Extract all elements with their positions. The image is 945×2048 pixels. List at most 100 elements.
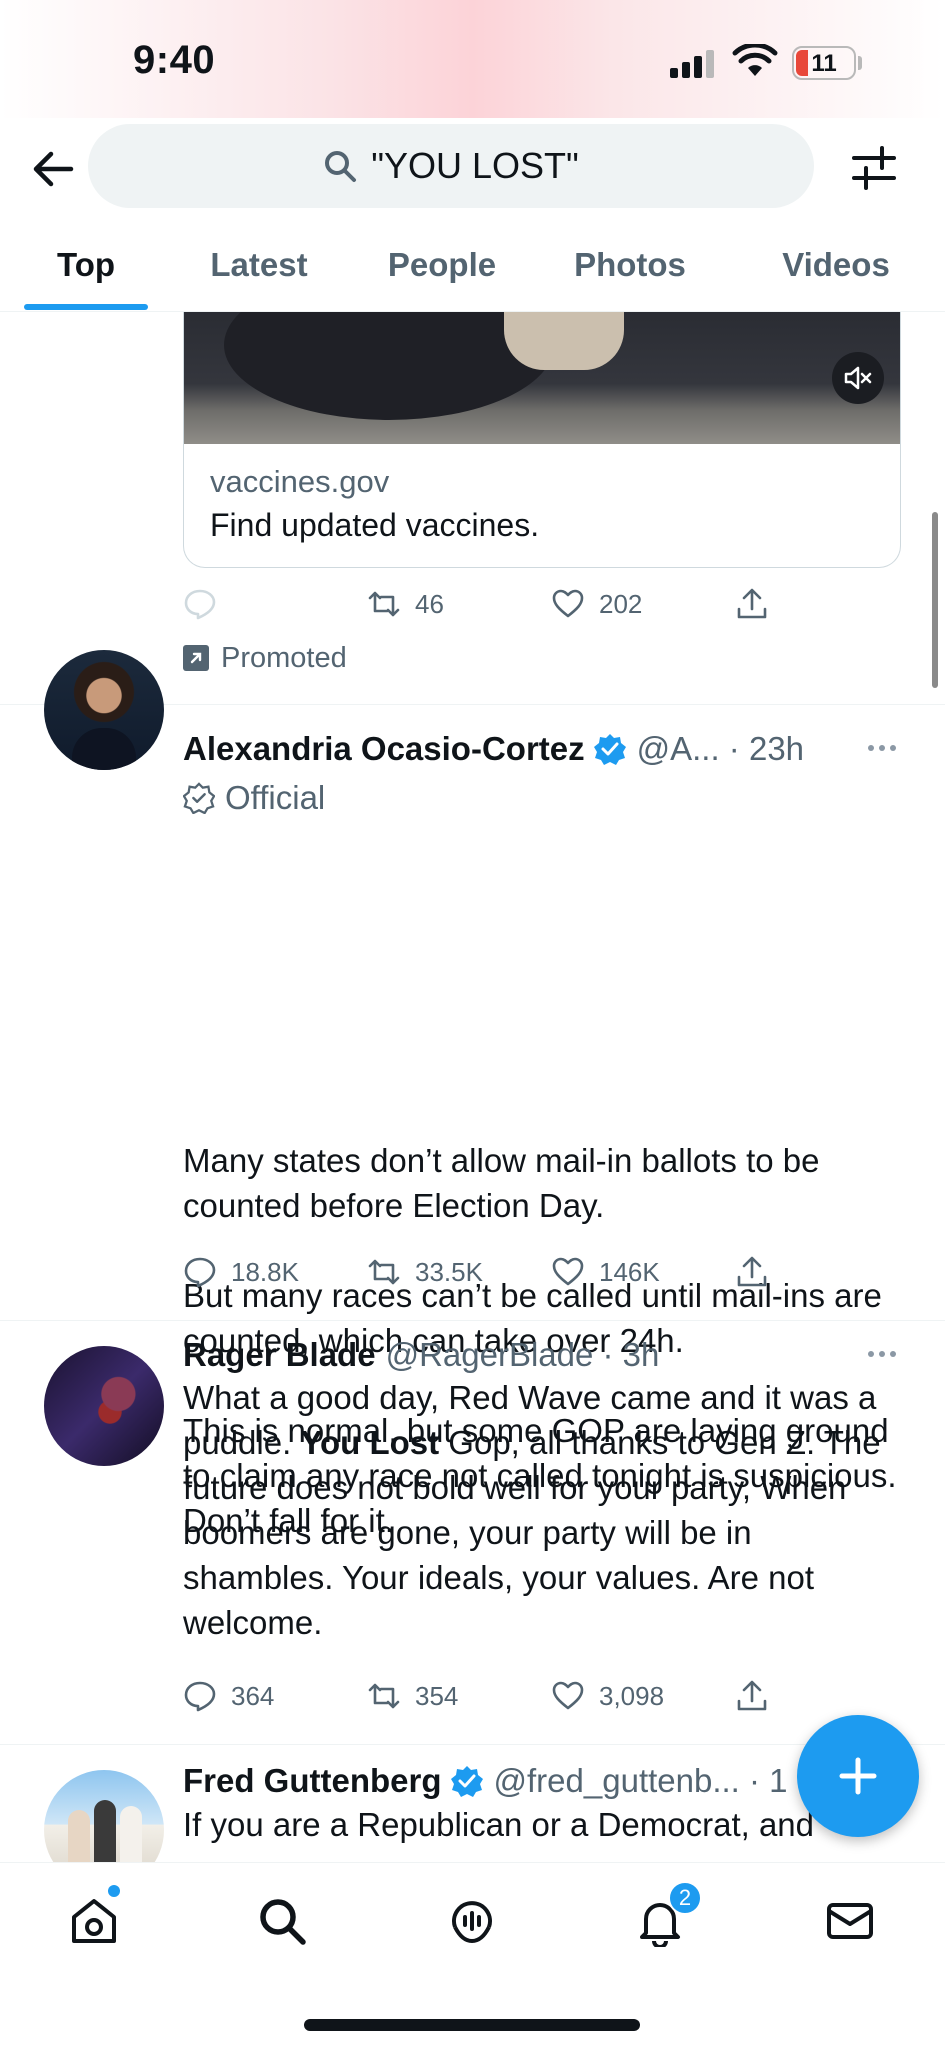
notifications-badge: 2 (668, 1881, 702, 1915)
home-unread-dot (108, 1885, 120, 1897)
search-input[interactable]: "YOU LOST" (88, 124, 814, 208)
ad-domain: vaccines.gov (210, 464, 390, 499)
mail-icon (827, 1903, 873, 1939)
official-badge-icon (183, 782, 215, 814)
author-name[interactable]: Rager Blade (183, 1336, 376, 1374)
author-handle-time: @fred_guttenb... · 1 (493, 1762, 788, 1799)
retweet-icon (368, 1683, 400, 1709)
search-settings-button[interactable] (846, 140, 902, 196)
tweet-actions: 364 354 3,098 (183, 1674, 823, 1718)
tab-top[interactable]: Top (24, 236, 148, 312)
heart-icon (552, 1681, 584, 1710)
nav-spaces[interactable] (442, 1891, 502, 1951)
status-time: 9:40 (133, 38, 216, 82)
bottom-navigation: 2 (0, 1862, 945, 2048)
ad-actions: 46 202 (183, 582, 823, 626)
battery-level: 11 (811, 50, 837, 77)
like-button[interactable]: 146K (551, 1250, 660, 1294)
fred-avatar[interactable] (44, 1770, 164, 1862)
reply-count: 18.8K (231, 1256, 299, 1287)
author-handle-time: @A... · 23h (636, 730, 805, 767)
search-icon (325, 151, 357, 182)
author-handle-time: @RagerBlade · 3h (385, 1336, 660, 1373)
author-name[interactable]: Alexandria Ocasio-Cortez (183, 730, 585, 768)
sliders-icon (852, 146, 896, 190)
tweet-text-bold: You Lost (300, 1424, 440, 1461)
retweet-button[interactable]: 354 (367, 1674, 458, 1718)
reply-icon (184, 1257, 216, 1288)
arrow-left-icon (33, 151, 74, 187)
like-count: 146K (599, 1256, 660, 1287)
heart-icon (552, 1257, 584, 1286)
retweet-count: 33.5K (415, 1256, 483, 1287)
home-icon (72, 1899, 116, 1943)
search-header: "YOU LOST" Top Latest People Photos Vide… (0, 118, 945, 312)
reply-button[interactable] (183, 582, 217, 626)
promoted-label: Promoted (183, 638, 347, 678)
retweet-count: 46 (415, 588, 444, 619)
like-button[interactable]: 202 (551, 582, 642, 626)
official-text: Official (225, 779, 326, 816)
promoted-icon (183, 645, 209, 671)
tweet-text: If you are a Republican or a Democrat, a… (183, 1806, 815, 1843)
status-bar: 9:40 11 (0, 0, 945, 118)
retweet-button[interactable]: 46 (367, 582, 444, 626)
tab-videos[interactable]: Videos (766, 236, 906, 312)
battery-icon: 11 (792, 46, 856, 80)
avatar[interactable] (44, 1042, 164, 1162)
author-name[interactable]: Fred Guttenberg (183, 1762, 442, 1800)
share-button[interactable] (735, 1674, 769, 1718)
tweet-header: Rager Blade @RagerBlade · 3h (183, 1332, 659, 1378)
tweet-header: Fred Guttenberg @fred_guttenb... · 1 (183, 1758, 788, 1804)
mute-button[interactable] (832, 352, 884, 404)
reply-count: 364 (231, 1680, 275, 1711)
promoted-text: Promoted (221, 641, 347, 674)
tweet-actions: 18.8K 33.5K 146K (183, 1250, 823, 1294)
compose-tweet-button[interactable] (797, 1715, 919, 1837)
ad-link-card[interactable]: vaccines.gov Find updated vaccines. (183, 312, 901, 568)
tab-latest[interactable]: Latest (194, 236, 324, 312)
verified-badge-icon (450, 1766, 483, 1797)
tab-people[interactable]: People (370, 236, 514, 312)
like-count: 3,098 (599, 1680, 665, 1711)
wifi-icon (732, 44, 778, 76)
retweet-icon (368, 1259, 400, 1285)
aoc-avatar[interactable] (44, 650, 164, 770)
share-icon (737, 1680, 767, 1711)
battery-tip (858, 56, 862, 70)
signal-icon (670, 50, 718, 78)
reply-button[interactable]: 18.8K (183, 1250, 299, 1294)
ad-video[interactable] (184, 312, 900, 444)
tab-indicator (24, 304, 148, 310)
tab-photos[interactable]: Photos (560, 236, 700, 312)
plus-icon (839, 1757, 877, 1795)
ad-title: Find updated vaccines. (210, 507, 540, 543)
share-button[interactable] (735, 582, 769, 626)
reply-icon (184, 589, 216, 620)
official-label: Official (183, 776, 325, 820)
like-count: 202 (599, 588, 643, 619)
divider (0, 1320, 945, 1321)
more-options-button[interactable] (862, 1334, 902, 1374)
tweet-text: What a good day, Red Wave came and it wa… (183, 1375, 903, 1645)
search-results-feed[interactable]: vaccines.gov Find updated vaccines. 46 2… (0, 312, 945, 1862)
retweet-count: 354 (415, 1680, 459, 1711)
tweet-header: Alexandria Ocasio-Cortez @A... · 23h (183, 726, 804, 772)
share-icon (737, 588, 767, 619)
nav-home[interactable] (64, 1891, 124, 1951)
more-options-button[interactable] (862, 728, 902, 768)
back-button[interactable] (28, 144, 78, 194)
speaker-muted-icon (844, 366, 872, 390)
home-indicator (304, 2019, 640, 2031)
scrollbar[interactable] (932, 512, 938, 688)
spaces-icon (452, 1901, 492, 1944)
like-button[interactable]: 3,098 (551, 1674, 664, 1718)
divider (0, 1744, 945, 1745)
retweet-button[interactable]: 33.5K (367, 1250, 483, 1294)
nav-messages[interactable] (820, 1891, 880, 1951)
reply-button[interactable]: 364 (183, 1674, 274, 1718)
nav-search[interactable] (252, 1891, 312, 1951)
rager-avatar[interactable] (44, 1346, 164, 1466)
search-query: "YOU LOST" (371, 145, 579, 186)
share-button[interactable] (735, 1250, 769, 1294)
